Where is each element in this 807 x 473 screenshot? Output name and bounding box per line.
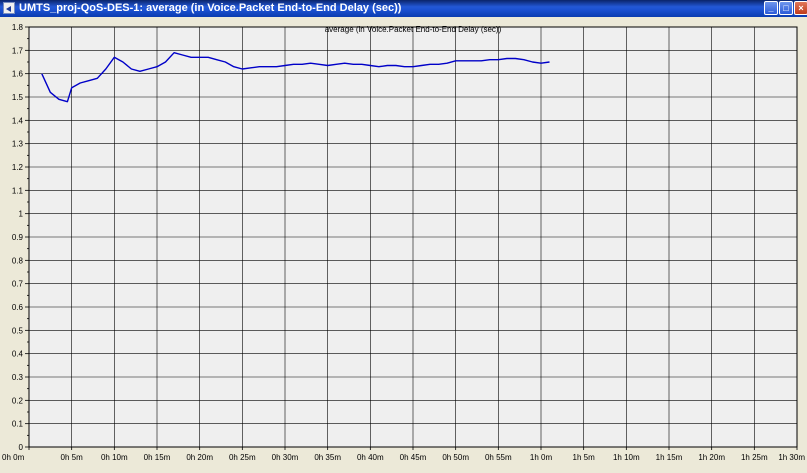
x-tick-label: 1h 15m [656, 453, 683, 462]
x-tick-label: 0h 5m [61, 453, 84, 462]
x-axis-tick-labels: 0h 0m 0h 5m 0h 10m 0h 15m 0h 20m 0h 25m 0h 30m… [2, 453, 805, 462]
x-tick-label: 0h 15m [144, 453, 171, 462]
minimize-button[interactable]: _ [764, 1, 778, 15]
y-tick-label: 0.6 [12, 303, 24, 312]
window-title: UMTS_proj-QoS-DES-1: average (in Voice.P… [19, 2, 402, 14]
x-tick-label: 0h 45m [400, 453, 427, 462]
x-tick-label: 0h 35m [314, 453, 341, 462]
y-tick-label: 0.8 [12, 256, 24, 265]
chart-window: UMTS_proj-QoS-DES-1: average (in Voice.P… [0, 0, 807, 473]
y-tick-label: 0.7 [12, 280, 24, 289]
title-bar[interactable]: UMTS_proj-QoS-DES-1: average (in Voice.P… [0, 0, 807, 17]
x-tick-label: 0h 10m [101, 453, 128, 462]
y-tick-label: 1.3 [12, 140, 24, 149]
y-tick-label: 1.1 [12, 186, 24, 195]
y-tick-label: 1.7 [12, 46, 24, 55]
y-tick-label: 0.9 [12, 233, 24, 242]
x-tick-label: 0h 55m [485, 453, 512, 462]
chart-area: average (in Voice.Packet End-to-End Dela… [2, 23, 805, 462]
y-tick-label: 1.5 [12, 93, 24, 102]
x-tick-label: 0h 0m [2, 453, 25, 462]
x-tick-label: 1h 0m [530, 453, 553, 462]
x-tick-label: 1h 25m [741, 453, 768, 462]
x-tick-label: 0h 20m [186, 453, 213, 462]
y-axis-tick-labels: 0 0.1 0.2 0.3 0.4 0.5 0.6 0.7 0.8 0.9 1 1.1 1.2 1.3 1.… [12, 23, 24, 452]
y-tick-label: 0.1 [12, 420, 24, 429]
y-tick-label: 1.4 [12, 116, 24, 125]
y-tick-label: 1.6 [12, 70, 24, 79]
x-tick-label: 1h 20m [698, 453, 725, 462]
y-tick-label: 1.8 [12, 23, 24, 32]
x-tick-label: 1h 10m [613, 453, 640, 462]
close-button[interactable]: × [794, 1, 807, 15]
y-tick-label: 0.5 [12, 326, 24, 335]
x-tick-label: 0h 30m [272, 453, 299, 462]
y-tick-label: 1.2 [12, 163, 24, 172]
chart-title: average (in Voice.Packet End-to-End Dela… [325, 25, 502, 34]
x-tick-label: 0h 25m [229, 453, 256, 462]
y-tick-label: 0.3 [12, 373, 24, 382]
y-tick-label: 0 [19, 443, 24, 452]
x-tick-label: 0h 40m [357, 453, 384, 462]
maximize-button[interactable]: □ [779, 1, 793, 15]
y-tick-label: 1 [19, 210, 24, 219]
x-tick-label: 1h 30m [778, 453, 805, 462]
y-tick-label: 0.2 [12, 396, 24, 405]
x-tick-label: 0h 50m [442, 453, 469, 462]
y-tick-label: 0.4 [12, 350, 24, 359]
x-tick-label: 1h 5m [573, 453, 596, 462]
app-icon [3, 2, 15, 14]
